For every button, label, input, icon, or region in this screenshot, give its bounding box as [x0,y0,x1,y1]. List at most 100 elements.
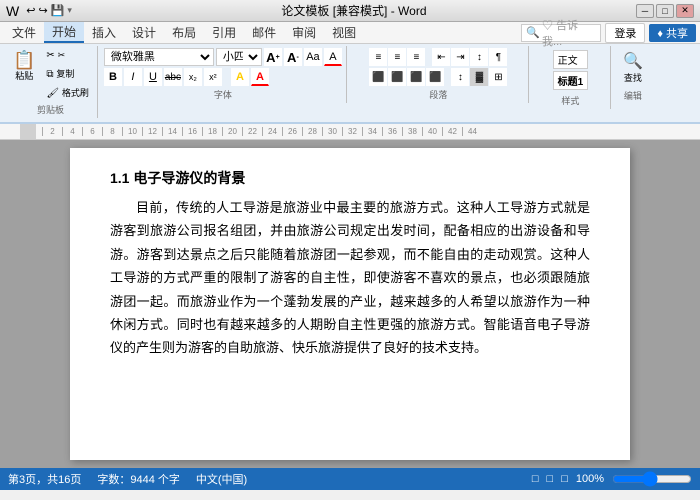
zoom-slider[interactable] [612,473,692,485]
strikethrough-button[interactable]: abc [164,68,182,86]
change-case-button[interactable]: Aa [304,48,322,66]
para-row1: ≡ ≡ ≡ ⇤ ⇥ ↕ ¶ [369,48,507,66]
font-row1: 微软雅黑 小四 A+ A- Aa A [104,48,342,66]
menu-right-area: 🔍 ♡ 告诉我... 登录 ♦ 共享 [521,22,696,43]
find-icon: 🔍 [623,51,643,71]
para-row2: ⬛ ⬛ ⬛ ⬛ ↕ ▓ ⊞ [369,68,507,86]
styles-label: 样式 [561,94,579,107]
paste-icon: 📋 [13,51,35,69]
ruler-tick: 14 [162,127,182,136]
cut-icon: ✂ ✂ [46,50,65,61]
shading-button[interactable]: ▓ [470,68,488,86]
clear-format-button[interactable]: A [324,48,342,66]
clipboard-buttons: 📋 粘贴 ✂ ✂ ⧉ 复制 🖌 格式刷 [8,48,93,101]
close-button[interactable]: ✕ [676,4,694,18]
menu-review[interactable]: 审阅 [284,22,324,43]
ribbon: 📋 粘贴 ✂ ✂ ⧉ 复制 🖌 格式刷 剪贴板 微软雅黑 [0,44,700,124]
text-highlight-button[interactable]: A [231,68,249,86]
menu-insert[interactable]: 插入 [84,22,124,43]
status-bar: 第3页，共16页 字数：9444 个字 中文(中国) □ □ □ 100% [0,468,700,490]
pages-status: 第3页，共16页 [8,471,81,487]
minimize-button[interactable]: ─ [636,4,654,18]
ruler-tick: 44 [462,127,482,136]
style-normal-button[interactable]: 正文 [553,50,589,69]
find-label: 查找 [624,71,642,84]
ruler-tick: 16 [182,127,202,136]
ruler-numbers: 2468101214161820222426283032343638404244 [42,127,482,136]
word-logo-icon: W [6,3,19,19]
share-button[interactable]: ♦ 共享 [649,24,696,42]
maximize-button[interactable]: □ [656,4,674,18]
cut-button[interactable]: ✂ ✂ [42,48,93,63]
undo-button[interactable]: ↩ [26,4,35,17]
paste-button[interactable]: 📋 粘贴 [8,48,40,101]
show-marks-button[interactable]: ¶ [489,48,507,66]
ruler-corner [20,124,36,139]
subscript-button[interactable]: x₂ [184,68,202,86]
view-web-icon[interactable]: □ [561,473,568,485]
window-controls: ─ □ ✕ [636,4,694,18]
style-heading1-button[interactable]: 标题1 [553,71,589,90]
save-button[interactable]: 💾 [51,4,65,17]
bullets-button[interactable]: ≡ [369,48,387,66]
font-name-select[interactable]: 微软雅黑 [104,48,214,66]
doc-heading: 1.1 电子导游仪的背景 [110,168,590,188]
ruler: 2468101214161820222426283032343638404244 [0,124,700,140]
align-center-button[interactable]: ⬛ [388,68,406,86]
document-page[interactable]: 1.1 电子导游仪的背景 目前，传统的人工导游是旅游业中最主要的旅游方式。这种人… [70,148,630,460]
decrease-indent-button[interactable]: ⇤ [432,48,450,66]
login-button[interactable]: 登录 [605,23,645,43]
menu-mailings[interactable]: 邮件 [244,22,284,43]
ruler-tick: 22 [242,127,262,136]
font-toolbar: 微软雅黑 小四 A+ A- Aa A B I U abc x₂ x² A A [104,48,342,86]
styles-list: 正文 标题1 [551,48,591,92]
ruler-tick: 24 [262,127,282,136]
ruler-tick: 10 [122,127,142,136]
view-full-icon[interactable]: □ [547,473,554,485]
copy-button[interactable]: ⧉ 复制 [42,65,93,82]
menu-file[interactable]: 文件 [4,22,44,43]
format-painter-button[interactable]: 🖌 格式刷 [42,84,93,101]
border-button[interactable]: ⊞ [489,68,507,86]
document-area: 1.1 电子导游仪的背景 目前，传统的人工导游是旅游业中最主要的旅游方式。这种人… [0,140,700,468]
align-left-button[interactable]: ⬛ [369,68,387,86]
menu-design[interactable]: 设计 [124,22,164,43]
font-size-select[interactable]: 小四 [216,48,262,66]
language-status: 中文(中国) [196,471,247,487]
font-color-button[interactable]: A [251,68,269,86]
italic-button[interactable]: I [124,68,142,86]
menu-layout[interactable]: 布局 [164,22,204,43]
doc-paragraph-1: 目前，传统的人工导游是旅游业中最主要的旅游方式。这种人工导游方式就是游客到旅游公… [110,196,590,360]
menu-bar: 文件 开始 插入 设计 布局 引用 邮件 审阅 视图 🔍 ♡ 告诉我... 登录… [0,22,700,44]
underline-button[interactable]: U [144,68,162,86]
font-row2: B I U abc x₂ x² A A [104,68,342,86]
justify-button[interactable]: ⬛ [426,68,444,86]
align-right-button[interactable]: ⬛ [407,68,425,86]
bold-button[interactable]: B [104,68,122,86]
line-spacing-button[interactable]: ↕ [451,68,469,86]
ruler-tick: 12 [142,127,162,136]
superscript-button[interactable]: x² [204,68,222,86]
numbering-button[interactable]: ≡ [388,48,406,66]
increase-indent-button[interactable]: ⇥ [451,48,469,66]
paste-label: 粘贴 [15,69,33,82]
styles-group: 正文 标题1 样式 [531,46,611,109]
editing-group: 🔍 查找 编辑 [613,46,653,104]
menu-references[interactable]: 引用 [204,22,244,43]
copy-icon: ⧉ 复制 [46,67,74,80]
paragraph-label: 段落 [429,88,447,101]
menu-view[interactable]: 视图 [324,22,364,43]
menu-home[interactable]: 开始 [44,22,84,43]
multilevel-button[interactable]: ≡ [407,48,425,66]
ruler-tick: 34 [362,127,382,136]
format-painter-icon: 🖌 格式刷 [46,86,89,99]
shrink-font-button[interactable]: A- [284,48,302,66]
view-normal-icon[interactable]: □ [532,473,539,485]
search-box[interactable]: 🔍 ♡ 告诉我... [521,24,601,42]
grow-font-button[interactable]: A+ [264,48,282,66]
clipboard-group: 📋 粘贴 ✂ ✂ ⧉ 复制 🖌 格式刷 剪贴板 [4,46,98,118]
ruler-tick: 28 [302,127,322,136]
sort-button[interactable]: ↕ [470,48,488,66]
redo-button[interactable]: ↪ [38,4,47,17]
find-button[interactable]: 🔍 查找 [617,48,649,87]
